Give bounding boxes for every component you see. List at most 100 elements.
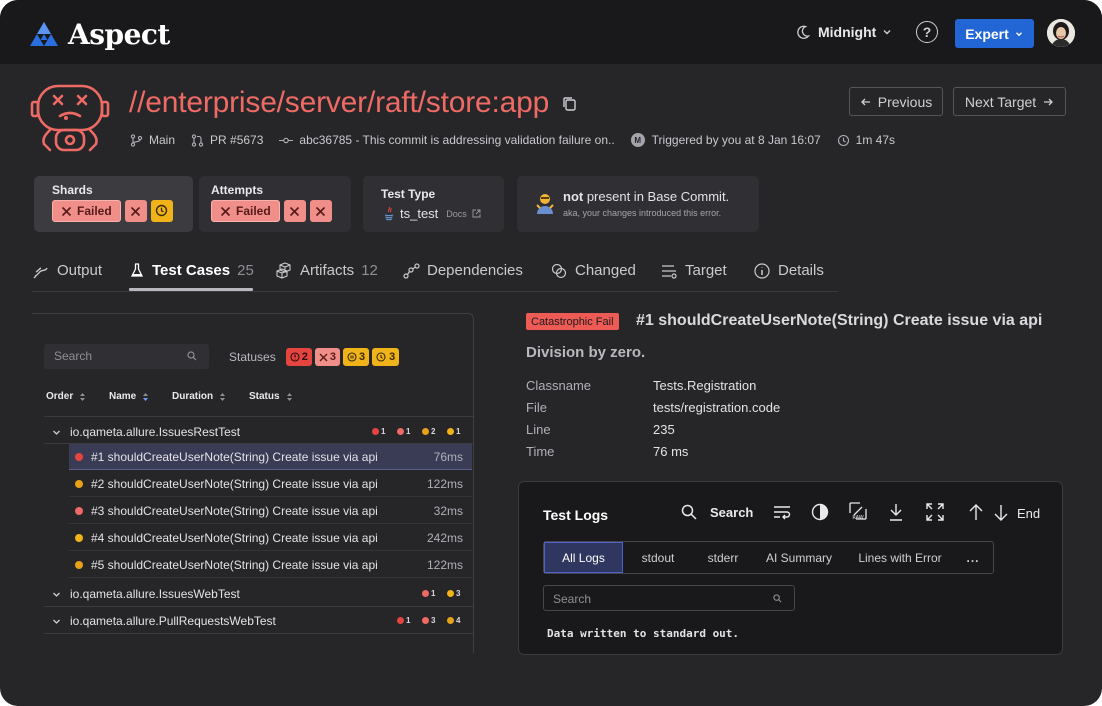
tab-target[interactable]: Target xyxy=(660,262,727,292)
log-search-input[interactable]: Search xyxy=(543,585,795,611)
status-failed-badge[interactable]: 3 xyxy=(314,348,340,366)
status-filter: Statuses 2 3 3 3 xyxy=(229,348,400,366)
attempt-failed-chip-3[interactable] xyxy=(309,200,332,222)
shard-timeout-chip[interactable] xyxy=(150,200,173,222)
wrap-lines-icon[interactable] xyxy=(773,504,791,520)
target-icon xyxy=(662,265,677,279)
test-case-name: #5 shouldCreateUserNote(String) Create i… xyxy=(91,558,378,572)
field-key: Time xyxy=(526,444,555,459)
log-tab-more[interactable]: ... xyxy=(955,542,991,573)
attempt-failed-chip[interactable]: Failed xyxy=(211,200,280,222)
chevron-down-icon xyxy=(53,592,60,597)
contrast-icon[interactable] xyxy=(811,503,829,521)
tab-bar: Output Test Cases 25 Artifacts 12 Depend… xyxy=(32,258,838,292)
test-group[interactable]: io.qameta.allure.IssuesRestTest xyxy=(52,425,240,439)
test-type-card[interactable]: Test Type ts_test Docs xyxy=(363,176,504,232)
pull-request-icon xyxy=(191,133,204,147)
column-status[interactable]: Status xyxy=(249,391,293,402)
theme-switcher[interactable]: Midnight xyxy=(795,24,893,40)
help-icon[interactable]: ? xyxy=(916,21,938,43)
pr-meta[interactable]: PR #5673 xyxy=(191,133,263,147)
moon-icon xyxy=(797,25,811,39)
target-meta: Main PR #5673 abc36785 - This commit is … xyxy=(130,133,911,147)
duration-meta: 1m 47s xyxy=(837,133,895,147)
test-case-name: #1 shouldCreateUserNote(String) Create i… xyxy=(91,450,378,464)
failed-dot-icon xyxy=(422,617,429,624)
count: 4 xyxy=(456,616,461,625)
attempts-label: Attempts xyxy=(211,183,264,197)
search-icon xyxy=(187,351,197,361)
changed-icon xyxy=(551,263,567,279)
error-dot-icon xyxy=(397,617,404,624)
commit-meta[interactable]: abc36785 - This commit is addressing val… xyxy=(279,133,615,147)
tab-output[interactable]: Output xyxy=(32,262,102,292)
tab-target-label: Target xyxy=(685,262,727,279)
test-case-row[interactable]: #4 shouldCreateUserNote(String) Create i… xyxy=(69,525,472,551)
group-failed-count: 3 xyxy=(422,616,435,625)
mode-dropdown[interactable]: Expert xyxy=(955,19,1034,48)
test-case-row[interactable]: #5 shouldCreateUserNote(String) Create i… xyxy=(69,552,472,578)
attempts-card[interactable]: Attempts Failed xyxy=(199,176,351,232)
log-tab-ai-summary[interactable]: AI Summary xyxy=(753,542,845,573)
external-link-icon xyxy=(472,209,481,218)
raw-icon[interactable]: RAW xyxy=(849,502,867,520)
log-search-button[interactable]: Search xyxy=(681,504,753,520)
scroll-end-button[interactable]: End xyxy=(993,504,1040,522)
timeout-dot-icon xyxy=(447,590,454,597)
chevron-down-icon xyxy=(1015,31,1022,36)
log-tab-stderr[interactable]: stderr xyxy=(693,542,753,573)
log-tab-stdout[interactable]: stdout xyxy=(623,542,693,573)
branch-meta[interactable]: Main xyxy=(130,133,175,147)
sort-icon xyxy=(143,392,149,401)
tab-artifacts[interactable]: Artifacts 12 xyxy=(275,262,378,292)
log-tab-all[interactable]: All Logs xyxy=(544,542,623,573)
shards-card[interactable]: Shards Failed xyxy=(34,176,193,232)
tab-changed[interactable]: Changed xyxy=(550,262,636,292)
expand-icon[interactable] xyxy=(926,503,944,521)
next-target-button[interactable]: Next Target xyxy=(953,87,1066,116)
column-order[interactable]: Order xyxy=(46,391,86,402)
status-flaky-badge[interactable]: 3 xyxy=(342,348,370,366)
tab-output-label: Output xyxy=(57,262,103,279)
log-search-label: Search xyxy=(710,504,754,520)
test-case-row[interactable]: #2 shouldCreateUserNote(String) Create i… xyxy=(69,471,472,497)
catastrophic-fail-badge: Catastrophic Fail xyxy=(526,313,619,330)
mode-label: Expert xyxy=(965,25,1009,42)
field-key: Classname xyxy=(526,378,592,393)
test-group[interactable]: io.qameta.allure.IssuesWebTest xyxy=(52,587,240,601)
shard-failed-chip[interactable]: Failed xyxy=(52,200,121,222)
arrow-right-icon xyxy=(1044,98,1054,105)
boxes-icon xyxy=(276,262,291,279)
copy-icon[interactable] xyxy=(561,86,577,120)
test-case-row[interactable]: #3 shouldCreateUserNote(String) Create i… xyxy=(69,498,472,524)
end-label: End xyxy=(1017,505,1041,521)
pr-label: PR #5673 xyxy=(210,133,264,147)
arrow-up-icon[interactable] xyxy=(968,503,984,521)
column-name[interactable]: Name xyxy=(109,391,149,402)
logo[interactable]: Aspect xyxy=(28,18,170,51)
group-flaky-count: 4 xyxy=(447,616,460,625)
trigger-meta: M Triggered by you at 8 Jan 16:07 xyxy=(630,133,821,147)
test-case-duration: 242ms xyxy=(426,531,463,545)
shards-label: Shards xyxy=(52,183,93,197)
column-duration[interactable]: Duration xyxy=(172,391,226,402)
test-case-row-selected[interactable]: #1 shouldCreateUserNote(String) Create i… xyxy=(69,444,472,470)
shard-failed-chip-2[interactable] xyxy=(124,200,147,222)
status-error-badge[interactable]: 2 xyxy=(285,348,312,366)
attempt-failed-chip-2[interactable] xyxy=(283,200,306,222)
download-icon[interactable] xyxy=(888,503,904,521)
test-group[interactable]: io.qameta.allure.PullRequestsWebTest xyxy=(52,614,276,628)
docs-link[interactable]: Docs xyxy=(446,209,467,219)
test-search-input[interactable]: Search xyxy=(44,344,209,369)
timeout-icon xyxy=(376,351,386,362)
tab-dependencies[interactable]: Dependencies xyxy=(402,262,523,292)
user-avatar[interactable] xyxy=(1047,19,1075,47)
flask-icon xyxy=(130,263,144,277)
previous-button[interactable]: Previous xyxy=(849,87,943,116)
log-tab-lines-with-error[interactable]: Lines with Error xyxy=(845,542,955,573)
column-duration-label: Duration xyxy=(172,391,214,402)
test-case-name: #4 shouldCreateUserNote(String) Create i… xyxy=(91,531,378,545)
sort-icon xyxy=(286,392,292,401)
status-timeout-badge[interactable]: 3 xyxy=(372,348,400,366)
tab-details[interactable]: Details xyxy=(753,262,824,292)
